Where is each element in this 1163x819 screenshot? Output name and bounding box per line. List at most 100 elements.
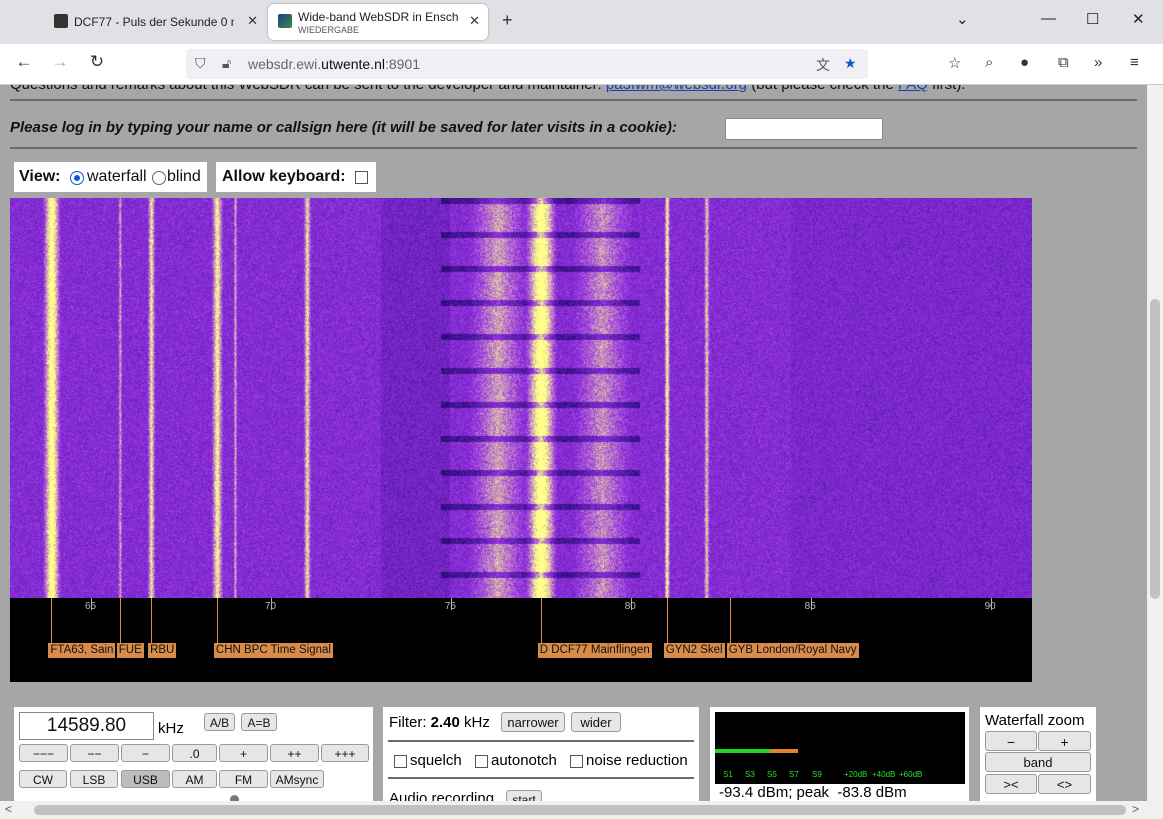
back-icon[interactable]: ← <box>12 52 36 72</box>
extension-icon[interactable]: ● <box>1020 54 1029 71</box>
zoom-band-button[interactable]: band <box>985 752 1091 772</box>
waterfall-display[interactable] <box>10 198 1032 598</box>
forward-icon[interactable]: → <box>48 52 72 72</box>
step-up-2-button[interactable]: ++ <box>270 744 319 762</box>
zoom-out-button[interactable]: − <box>985 731 1037 751</box>
ab-button[interactable]: A/B <box>204 713 235 731</box>
horizontal-scroll-thumb[interactable] <box>34 805 1126 815</box>
a-equals-b-button[interactable]: A=B <box>241 713 277 731</box>
callsign-input[interactable] <box>725 118 883 140</box>
puzzle-extensions-icon[interactable]: ⧉ <box>1058 54 1069 71</box>
view-waterfall-label[interactable]: waterfall <box>87 168 147 186</box>
station-marker <box>151 598 153 643</box>
meter-scale-label: S1 <box>723 770 733 779</box>
step-down-1-button[interactable]: − <box>121 744 170 762</box>
tab-favicon-icon <box>278 14 292 28</box>
horizontal-scrollbar[interactable]: < > <box>0 801 1163 819</box>
zoom-title: Waterfall zoom <box>985 712 1085 729</box>
autonotch-label: autonotch <box>491 752 557 769</box>
station-label[interactable]: CHN BPC Time Signal <box>213 643 333 658</box>
station-marker <box>540 598 542 643</box>
email-link[interactable]: pa3fwm@websdr.org <box>606 85 747 93</box>
maximize-icon[interactable]: ☐ <box>1086 10 1099 28</box>
signal-level-bar <box>715 749 770 753</box>
zoom-narrow-button[interactable]: >< <box>985 774 1037 794</box>
close-tab-icon[interactable]: ✕ <box>469 13 480 29</box>
allow-keyboard-checkbox[interactable] <box>355 171 368 184</box>
step-down-2-button[interactable]: −− <box>70 744 119 762</box>
divider <box>388 777 694 779</box>
minimize-icon[interactable]: — <box>1041 10 1056 27</box>
frequency-panel: 14589.80 kHz A/B A=B −−− −− − .0 + ++ ++… <box>14 707 373 801</box>
station-label[interactable]: D DCF77 Mainflingen <box>537 643 652 658</box>
faq-link[interactable]: FAQ <box>898 85 928 93</box>
station-marker <box>729 598 731 643</box>
more-tools-icon[interactable]: » <box>1094 54 1102 71</box>
close-window-icon[interactable]: ✕ <box>1132 10 1145 28</box>
vertical-scroll-thumb[interactable] <box>1150 299 1160 599</box>
station-label[interactable]: FTA63, Sain <box>48 643 116 658</box>
wider-button[interactable]: wider <box>571 712 621 732</box>
view-blind-label[interactable]: blind <box>167 168 201 186</box>
divider <box>388 740 694 742</box>
narrower-button[interactable]: narrower <box>501 712 565 732</box>
mode-amsync-button[interactable]: AMsync <box>270 770 324 788</box>
squelch-label: squelch <box>410 752 462 769</box>
squelch-checkbox[interactable] <box>394 755 407 768</box>
vertical-scrollbar[interactable] <box>1147 85 1163 801</box>
url-text[interactable]: websdr.ewi.utwente.nl:8901 <box>248 56 420 72</box>
step-up-3-button[interactable]: +++ <box>321 744 369 762</box>
tab-subtitle: WIEDERGABE <box>298 25 360 35</box>
page-content: Questions and remarks about this WebSDR … <box>0 85 1147 801</box>
zoom-in-button[interactable]: + <box>1038 731 1091 751</box>
mode-am-button[interactable]: AM <box>172 770 217 788</box>
scale-tick-label: 65 <box>84 601 97 612</box>
scroll-left-icon[interactable]: < <box>5 802 12 816</box>
search-icon[interactable]: ⌕ <box>985 54 993 71</box>
scale-tick-label: 70 <box>264 601 277 612</box>
address-bar[interactable]: ⛉ 🔓︎ websdr.ewi.utwente.nl:8901 文 ★ <box>186 49 868 79</box>
scroll-right-icon[interactable]: > <box>1132 802 1139 816</box>
waterfall-canvas[interactable] <box>10 198 1032 598</box>
reload-icon[interactable]: ↻ <box>85 52 109 72</box>
meter-scale-label: S7 <box>789 770 799 779</box>
mode-cw-button[interactable]: CW <box>19 770 67 788</box>
browser-tab-dcf77[interactable]: DCF77 - Puls der Sekunde 0 nur ✕ <box>44 4 266 40</box>
frequency-input[interactable]: 14589.80 <box>19 712 154 740</box>
filter-label: Filter: 2.40 kHz <box>389 714 490 731</box>
view-blind-radio[interactable] <box>152 171 166 185</box>
noise-reduction-checkbox[interactable] <box>570 755 583 768</box>
new-tab-icon[interactable]: + <box>502 10 513 31</box>
recording-start-button[interactable]: start <box>506 790 542 801</box>
smeter-panel: S1 S3 S5 S7 S9 +20dB +40dB +60dB -93.4 dBm; pea… <box>710 707 969 801</box>
station-marker <box>119 598 121 643</box>
allow-keyboard-box: Allow keyboard: <box>216 162 376 192</box>
step-down-3-button[interactable]: −−− <box>19 744 68 762</box>
station-label[interactable]: FUE <box>116 643 144 658</box>
translate-icon[interactable]: 文 <box>816 55 830 75</box>
bookmark-star-icon[interactable]: ★ <box>844 55 857 72</box>
mode-lsb-button[interactable]: LSB <box>70 770 118 788</box>
step-up-1-button[interactable]: + <box>219 744 268 762</box>
mode-fm-button[interactable]: FM <box>219 770 268 788</box>
save-to-pocket-icon[interactable]: ☆ <box>948 54 961 72</box>
lock-insecure-icon[interactable]: 🔓︎ <box>222 55 231 72</box>
station-label[interactable]: GYB London/Royal Navy <box>726 643 859 658</box>
tab-title: Wide-band WebSDR in Enschede <box>298 10 458 24</box>
station-label[interactable]: GYN2 Skel <box>663 643 725 658</box>
frequency-scale[interactable]: 65 70 75 80 85 90 FTA63, Sain FUE RBU CHN BPC Tim… <box>10 598 1032 682</box>
signal-peak-bar <box>770 749 798 753</box>
tab-list-icon[interactable]: ⌄ <box>956 10 969 28</box>
signal-meter: S1 S3 S5 S7 S9 +20dB +40dB +60dB <box>715 712 965 784</box>
shield-icon[interactable]: ⛉ <box>195 55 206 72</box>
station-label[interactable]: RBU <box>148 643 177 658</box>
view-waterfall-radio[interactable] <box>70 171 84 185</box>
round-button[interactable]: .0 <box>172 744 217 762</box>
zoom-panel: Waterfall zoom − + band >< <> <box>980 707 1096 801</box>
close-tab-icon[interactable]: ✕ <box>247 13 258 29</box>
browser-tab-websdr[interactable]: Wide-band WebSDR in Enschede WIEDERGABE … <box>268 4 488 40</box>
autonotch-checkbox[interactable] <box>475 755 488 768</box>
zoom-widen-button[interactable]: <> <box>1038 774 1091 794</box>
menu-icon[interactable]: ≡ <box>1130 54 1139 71</box>
mode-usb-button[interactable]: USB <box>121 770 170 788</box>
